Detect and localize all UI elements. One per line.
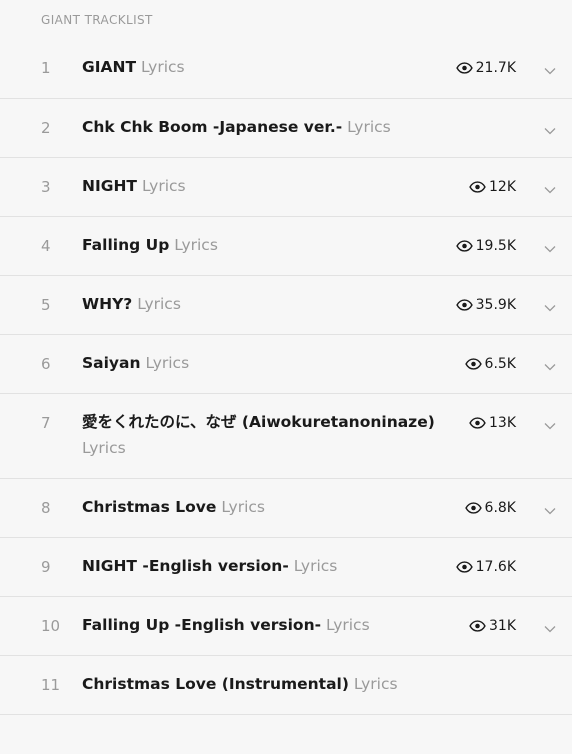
chevron-down-icon[interactable] xyxy=(544,415,556,430)
track-number: 5 xyxy=(41,296,51,314)
eye-icon xyxy=(469,181,486,193)
view-count-value: 35.9K xyxy=(475,297,516,313)
track-row[interactable]: 11 Christmas Love (Instrumental) Lyrics xyxy=(0,655,572,714)
lyrics-label: Lyrics xyxy=(221,498,265,516)
track-title-link[interactable]: Falling Up Lyrics xyxy=(82,232,452,258)
lyrics-label: Lyrics xyxy=(353,675,398,693)
track-title: Falling Up -English version- xyxy=(82,616,322,634)
track-title: NIGHT -English version- xyxy=(82,557,289,575)
eye-icon xyxy=(469,417,486,429)
view-count: 19.5K xyxy=(455,237,516,255)
track-row[interactable]: 8 Christmas Love Lyrics 6.8K xyxy=(0,478,572,537)
view-count-value: 31K xyxy=(489,618,516,634)
track-row[interactable]: 2 Chk Chk Boom -Japanese ver.- Lyrics xyxy=(0,98,572,157)
lyrics-label: Lyrics xyxy=(347,118,391,136)
lyrics-label: Lyrics xyxy=(145,354,190,372)
eye-icon xyxy=(455,561,473,573)
lyrics-label: Lyrics xyxy=(137,295,181,313)
track-title: Falling Up xyxy=(82,236,170,254)
chevron-down-icon[interactable] xyxy=(544,297,556,312)
view-count-value: 6.8K xyxy=(484,500,516,516)
chevron-down-icon[interactable] xyxy=(544,179,556,194)
track-title: Chk Chk Boom -Japanese ver.- xyxy=(82,118,343,136)
view-count: 31K xyxy=(469,617,516,635)
track-row[interactable]: 10 Falling Up -English version- Lyrics 31K xyxy=(0,596,572,655)
lyrics-label: Lyrics xyxy=(82,439,126,457)
track-row[interactable]: 5 WHY? Lyrics 35.9K xyxy=(0,275,572,334)
chevron-down-icon[interactable] xyxy=(544,60,556,75)
track-number: 11 xyxy=(41,676,61,694)
view-count-value: 6.5K xyxy=(484,356,516,372)
track-row[interactable]: 4 Falling Up Lyrics 19.5K xyxy=(0,216,572,275)
track-number: 9 xyxy=(41,558,51,576)
track-number: 10 xyxy=(41,617,61,635)
track-number: 2 xyxy=(41,119,51,137)
track-row[interactable]: 7 愛をくれたのに、なぜ (Aiwokuretanoninaze) Lyrics 1… xyxy=(0,393,572,478)
view-count: 35.9K xyxy=(455,296,516,314)
eye-icon xyxy=(464,358,482,370)
track-row[interactable]: 3 NIGHT Lyrics 12K xyxy=(0,157,572,216)
track-row[interactable]: 9 NIGHT -English version- Lyrics 17.6K xyxy=(0,537,572,596)
lyrics-label: Lyrics xyxy=(140,58,185,76)
lyrics-label: Lyrics xyxy=(174,236,218,254)
view-count: 17.6K xyxy=(455,558,516,576)
view-count: 13K xyxy=(469,414,516,432)
lyrics-label: Lyrics xyxy=(293,557,338,575)
track-title-link[interactable]: NIGHT -English version- Lyrics xyxy=(82,553,452,579)
view-count: 6.5K xyxy=(464,355,516,373)
track-number: 6 xyxy=(41,355,51,373)
track-title-link[interactable]: Christmas Love (Instrumental) Lyrics xyxy=(82,671,452,697)
track-title-link[interactable]: NIGHT Lyrics xyxy=(82,173,452,199)
track-title-link[interactable]: 愛をくれたのに、なぜ (Aiwokuretanoninaze) Lyrics xyxy=(82,409,452,461)
track-title-link[interactable]: Saiyan Lyrics xyxy=(82,350,452,376)
track-title-link[interactable]: WHY? Lyrics xyxy=(82,291,452,317)
track-title: 愛をくれたのに、なぜ (Aiwokuretanoninaze) xyxy=(82,413,435,431)
track-title-link[interactable]: Chk Chk Boom -Japanese ver.- Lyrics xyxy=(82,114,452,140)
track-number: 3 xyxy=(41,178,51,196)
track-list: 1 GIANT Lyrics 21.7K 2 Chk Chk Boom -Japanes… xyxy=(0,39,572,715)
view-count: 12K xyxy=(469,178,516,196)
view-count: 6.8K xyxy=(464,499,516,517)
track-title-link[interactable]: Falling Up -English version- Lyrics xyxy=(82,612,452,638)
track-title: Christmas Love (Instrumental) xyxy=(82,675,349,693)
chevron-down-icon[interactable] xyxy=(544,500,556,515)
track-title: Saiyan xyxy=(82,354,141,372)
track-title-link[interactable]: Christmas Love Lyrics xyxy=(82,494,452,520)
view-count-value: 19.5K xyxy=(475,238,516,254)
chevron-down-icon[interactable] xyxy=(544,238,556,253)
eye-icon xyxy=(455,240,473,252)
lyrics-label: Lyrics xyxy=(325,616,370,634)
track-number: 7 xyxy=(41,414,51,432)
eye-icon xyxy=(455,62,473,74)
lyrics-label: Lyrics xyxy=(141,177,186,195)
track-title: WHY? xyxy=(82,295,133,313)
chevron-down-icon[interactable] xyxy=(544,356,556,371)
tracklist-header: GIANT TRACKLIST xyxy=(41,13,153,27)
view-count-value: 21.7K xyxy=(475,60,516,76)
track-title: GIANT xyxy=(82,58,137,76)
track-title: Christmas Love xyxy=(82,498,217,516)
chevron-down-icon[interactable] xyxy=(544,120,556,135)
track-number: 1 xyxy=(41,59,51,77)
track-title-link[interactable]: GIANT Lyrics xyxy=(82,54,452,80)
view-count-value: 17.6K xyxy=(475,559,516,575)
track-row[interactable]: 6 Saiyan Lyrics 6.5K xyxy=(0,334,572,393)
eye-icon xyxy=(464,502,482,514)
chevron-down-icon[interactable] xyxy=(544,618,556,633)
track-number: 8 xyxy=(41,499,51,517)
eye-icon xyxy=(469,620,486,632)
eye-icon xyxy=(455,299,473,311)
view-count-value: 13K xyxy=(489,415,516,431)
track-row[interactable]: 1 GIANT Lyrics 21.7K xyxy=(0,39,572,98)
view-count-value: 12K xyxy=(489,179,516,195)
track-number: 4 xyxy=(41,237,51,255)
view-count: 21.7K xyxy=(455,59,516,77)
track-title: NIGHT xyxy=(82,177,138,195)
